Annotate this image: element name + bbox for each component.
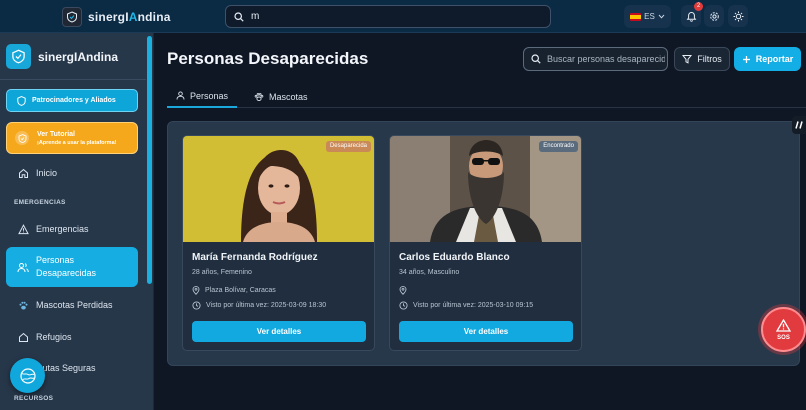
filters-button[interactable]: Filtros	[674, 47, 730, 71]
global-search-value: m	[251, 11, 260, 22]
accessibility-button[interactable]	[10, 358, 45, 393]
tab-personas[interactable]: Personas	[167, 85, 238, 108]
filters-label: Filtros	[697, 54, 722, 64]
sponsors-button[interactable]: Patrocinadores y Aliados	[6, 89, 138, 112]
sidebar-brand-name: sinergIAndina	[38, 49, 119, 64]
sidebar-item-refugios[interactable]: Refugios	[6, 328, 138, 346]
sidebar-item-label: Refugios	[36, 332, 72, 342]
person-photo: Desaparecida	[183, 136, 374, 242]
top-bar: sinergIAndina m ES 2	[0, 0, 806, 33]
plus-icon	[742, 55, 750, 63]
tutorial-button[interactable]: Ver Tutorial ¡Aprende a usar la platafor…	[6, 122, 138, 154]
chevron-down-icon	[658, 14, 665, 19]
sidebar-item-personas-desaparecidas[interactable]: Personas Desaparecidas	[6, 247, 138, 287]
brand-shield-icon	[6, 44, 31, 69]
sos-button[interactable]: SOS	[761, 307, 806, 352]
side-panel-toggle[interactable]	[792, 116, 806, 134]
gear-icon	[709, 11, 719, 21]
person-last-seen: Visto por última vez: 2025-03-09 18:30	[192, 301, 326, 310]
sponsors-label: Patrocinadores y Aliados	[32, 97, 116, 104]
shield-check-icon	[15, 131, 29, 145]
main-content: Personas Desaparecidas Filtros Reportar …	[154, 33, 806, 410]
persons-grid-panel: Desaparecida María Fernanda Rodríguez 28…	[167, 121, 800, 366]
view-details-button[interactable]: Ver detalles	[192, 321, 366, 342]
shield-icon	[17, 95, 26, 106]
sidebar-scrollbar[interactable]	[147, 36, 152, 284]
double-slash-icon	[794, 121, 803, 129]
view-details-button[interactable]: Ver detalles	[399, 321, 573, 342]
section-title-recursos: RECURSOS	[14, 395, 54, 402]
clock-icon	[192, 301, 201, 310]
sidebar-item-inicio[interactable]: Inicio	[6, 164, 138, 182]
sun-icon	[733, 11, 743, 21]
page-title: Personas Desaparecidas	[167, 49, 369, 68]
person-meta: 28 años, Femenino	[192, 269, 252, 276]
sidebar-item-label: Desaparecidas	[36, 268, 97, 278]
sidebar-item-emergencias[interactable]: Emergencias	[6, 220, 138, 238]
user-icon	[176, 91, 185, 100]
spain-flag-icon	[630, 12, 642, 21]
status-badge: Encontrado	[539, 141, 578, 152]
person-name: Carlos Eduardo Blanco	[399, 252, 510, 263]
tab-label: Personas	[190, 90, 229, 101]
users-icon	[16, 262, 30, 273]
map-pin-icon	[399, 286, 407, 295]
search-icon	[234, 11, 244, 22]
tutorial-subtitle: ¡Aprende a usar la plataforma!	[37, 139, 117, 146]
language-code: ES	[644, 12, 655, 21]
sidebar: sinergIAndina Patrocinadores y Aliados V…	[0, 33, 154, 410]
status-badge: Desaparecida	[325, 141, 371, 152]
sidebar-brand[interactable]: sinergIAndina	[6, 44, 118, 69]
brand-shield-icon	[62, 6, 82, 27]
home-icon	[16, 332, 30, 343]
person-card[interactable]: Encontrado Carlos Eduardo Blanco 34 años…	[389, 135, 582, 351]
tutorial-title: Ver Tutorial	[37, 130, 75, 138]
filter-icon	[682, 55, 693, 64]
person-location: Plaza Bolívar, Caracas	[192, 286, 276, 295]
sidebar-divider	[0, 79, 146, 80]
report-label: Reportar	[755, 54, 794, 64]
paw-icon	[16, 300, 30, 311]
last-seen-text: Visto por última vez: 2025-03-09 18:30	[206, 302, 327, 309]
person-meta: 34 años, Masculino	[399, 269, 460, 276]
settings-button[interactable]	[704, 5, 724, 27]
sidebar-item-label: Mascotas Perdidas	[36, 300, 113, 310]
tab-bar: Personas Mascotas	[167, 85, 806, 108]
location-text: Plaza Bolívar, Caracas	[205, 287, 276, 294]
report-button[interactable]: Reportar	[734, 47, 801, 71]
persons-search-field[interactable]	[523, 47, 668, 71]
sidebar-item-label: Rutas Seguras	[36, 363, 96, 373]
sidebar-item-label: Inicio	[36, 168, 58, 178]
search-icon	[531, 54, 541, 64]
global-search-input[interactable]: m	[225, 5, 551, 28]
home-icon	[16, 168, 30, 179]
notification-count-badge: 2	[694, 2, 703, 11]
bell-icon	[686, 11, 696, 22]
brand-name: sinergIAndina	[88, 9, 171, 24]
warning-icon	[776, 318, 791, 332]
tab-mascotas[interactable]: Mascotas	[245, 85, 317, 108]
person-photo: Encontrado	[390, 136, 581, 242]
sidebar-item-mascotas-perdidas[interactable]: Mascotas Perdidas	[6, 296, 138, 314]
clock-icon	[399, 301, 408, 310]
warning-icon	[16, 223, 30, 235]
theme-toggle-button[interactable]	[728, 5, 748, 27]
notifications-button[interactable]: 2	[681, 2, 703, 27]
persons-search-input[interactable]	[547, 54, 665, 64]
paw-icon	[254, 92, 264, 101]
person-last-seen: Visto por última vez: 2025-03-10 09:15	[399, 301, 533, 310]
map-pin-icon	[192, 286, 200, 295]
sidebar-item-label: Emergencias	[36, 224, 89, 234]
last-seen-text: Visto por última vez: 2025-03-10 09:15	[413, 302, 534, 309]
section-title-emergencias: EMERGENCIAS	[14, 199, 66, 206]
person-name: María Fernanda Rodríguez	[192, 252, 318, 263]
sos-label: SOS	[777, 334, 790, 341]
brand-logo[interactable]: sinergIAndina	[62, 5, 171, 28]
person-location	[399, 286, 412, 295]
person-card[interactable]: Desaparecida María Fernanda Rodríguez 28…	[182, 135, 375, 351]
language-selector[interactable]: ES	[624, 5, 671, 28]
sidebar-item-label: Personas	[36, 255, 75, 265]
globe-icon	[19, 367, 36, 384]
tab-label: Mascotas	[269, 91, 308, 102]
